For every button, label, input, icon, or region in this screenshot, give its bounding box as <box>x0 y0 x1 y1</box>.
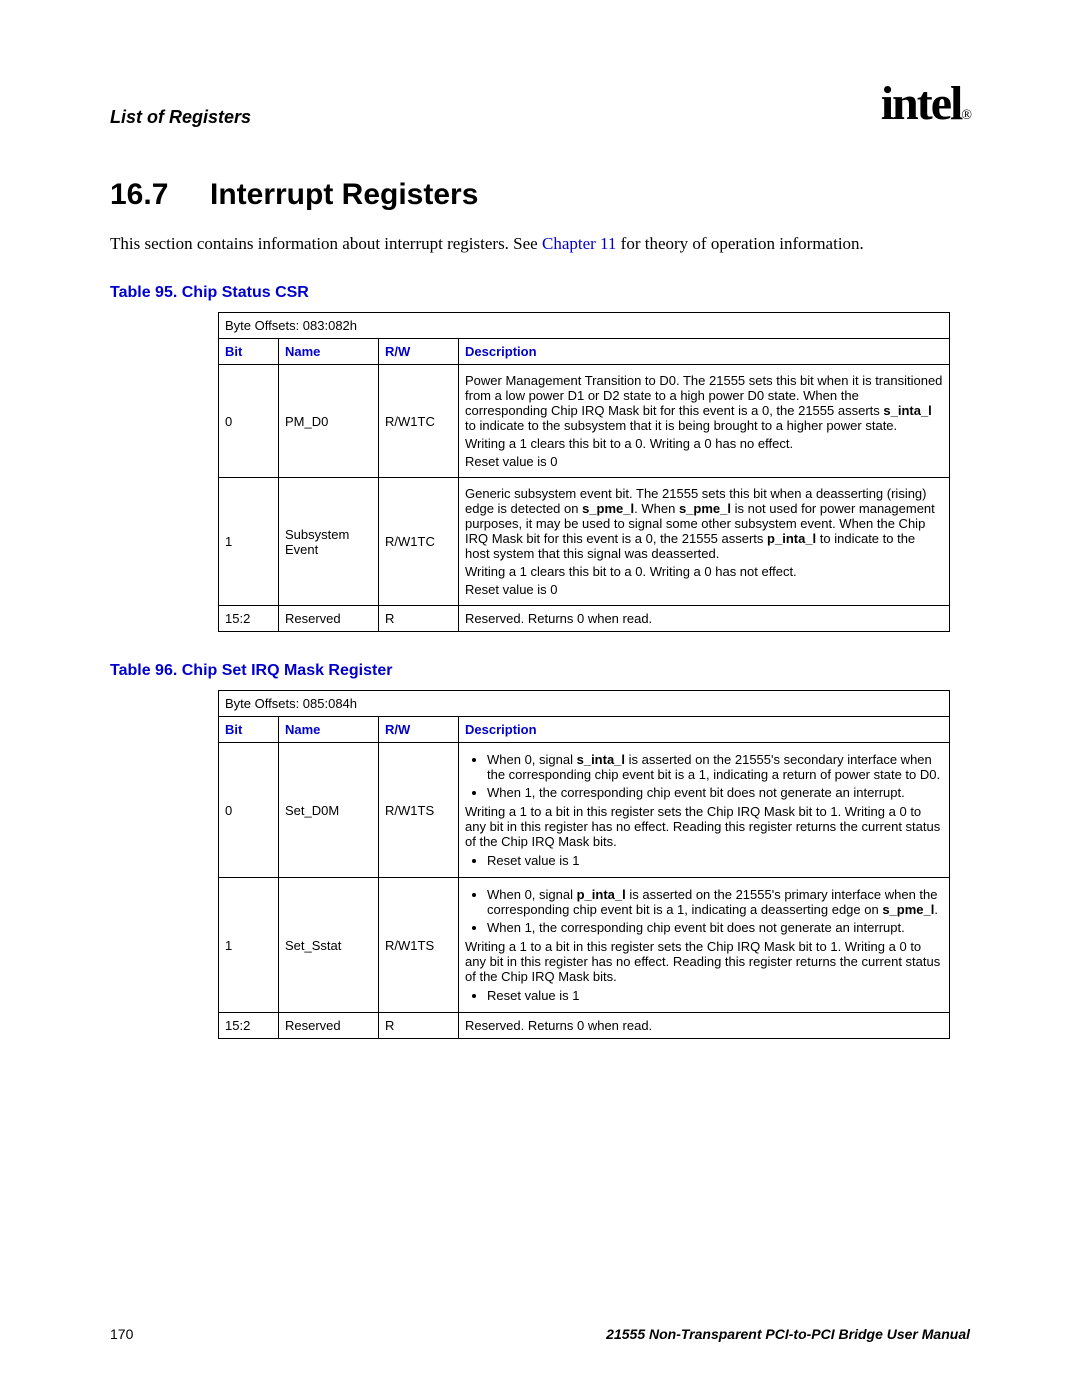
table96: Byte Offsets: 085:084h Bit Name R/W Desc… <box>218 690 950 1039</box>
rw-cell: R <box>379 1013 459 1039</box>
desc-text: Power Management Transition to D0. The 2… <box>465 373 942 418</box>
table-row: 0 Set_D0M R/W1TS When 0, signal s_inta_l… <box>219 743 950 878</box>
name-cell: Set_D0M <box>279 743 379 878</box>
desc-text: Reset value is 0 <box>465 582 943 597</box>
signal-name: p_inta_l <box>577 887 626 902</box>
desc-text: When 0, signal <box>487 887 577 902</box>
list-item: Reset value is 1 <box>487 988 943 1003</box>
intro-text-before: This section contains information about … <box>110 234 542 253</box>
desc-text: . When <box>634 501 679 516</box>
desc-text: Writing a 1 to a bit in this register se… <box>465 804 943 849</box>
section-title: 16.7Interrupt Registers <box>110 178 970 212</box>
list-item: Reset value is 1 <box>487 853 943 868</box>
chapter-link[interactable]: Chapter 11 <box>542 234 616 253</box>
section-heading-text: Interrupt Registers <box>210 178 478 211</box>
table95-byte-offsets-row: Byte Offsets: 083:082h <box>219 313 950 339</box>
logo-text: intel <box>881 77 962 130</box>
desc-text: When 0, signal <box>487 752 577 767</box>
desc-cell: Generic subsystem event bit. The 21555 s… <box>459 478 950 606</box>
desc-cell: When 0, signal s_inta_l is asserted on t… <box>459 743 950 878</box>
table-row: 1 Set_Sstat R/W1TS When 0, signal p_inta… <box>219 878 950 1013</box>
col-rw: R/W <box>379 339 459 365</box>
running-head: List of Registers <box>110 107 251 128</box>
rw-cell: R/W1TS <box>379 878 459 1013</box>
signal-name: s_inta_l <box>883 403 931 418</box>
bit-cell: 0 <box>219 743 279 878</box>
list-item: When 1, the corresponding chip event bit… <box>487 785 943 800</box>
logo-mark: ® <box>961 108 970 123</box>
col-rw: R/W <box>379 717 459 743</box>
page-header: List of Registers intel® <box>110 80 970 128</box>
table-row: 15:2 Reserved R Reserved. Returns 0 when… <box>219 1013 950 1039</box>
bit-cell: 0 <box>219 365 279 478</box>
manual-title: 21555 Non-Transparent PCI-to-PCI Bridge … <box>606 1326 970 1342</box>
desc-text: Writing a 1 clears this bit to a 0. Writ… <box>465 564 943 579</box>
table95-byte-offsets: Byte Offsets: 083:082h <box>219 313 950 339</box>
col-desc: Description <box>459 339 950 365</box>
desc-cell: Reserved. Returns 0 when read. <box>459 1013 950 1039</box>
list-item: When 0, signal p_inta_l is asserted on t… <box>487 887 943 917</box>
col-name: Name <box>279 339 379 365</box>
table95: Byte Offsets: 083:082h Bit Name R/W Desc… <box>218 312 950 632</box>
table-row: 1 Subsystem Event R/W1TC Generic subsyst… <box>219 478 950 606</box>
signal-name: s_pme_l <box>679 501 731 516</box>
bit-cell: 1 <box>219 478 279 606</box>
desc-text: Reset value is 0 <box>465 454 943 469</box>
page-number: 170 <box>110 1326 133 1342</box>
desc-text: to indicate to the subsystem that it is … <box>465 418 897 433</box>
table95-header-row: Bit Name R/W Description <box>219 339 950 365</box>
bit-cell: 1 <box>219 878 279 1013</box>
table96-caption: Table 96. Chip Set IRQ Mask Register <box>110 662 970 680</box>
name-cell: Reserved <box>279 1013 379 1039</box>
name-cell: Set_Sstat <box>279 878 379 1013</box>
rw-cell: R/W1TC <box>379 365 459 478</box>
signal-name: s_pme_l <box>582 501 634 516</box>
signal-name: s_inta_l <box>577 752 625 767</box>
desc-cell: When 0, signal p_inta_l is asserted on t… <box>459 878 950 1013</box>
rw-cell: R/W1TS <box>379 743 459 878</box>
desc-text: Writing a 1 to a bit in this register se… <box>465 939 943 984</box>
col-bit: Bit <box>219 717 279 743</box>
bit-cell: 15:2 <box>219 1013 279 1039</box>
col-desc: Description <box>459 717 950 743</box>
list-item: When 0, signal s_inta_l is asserted on t… <box>487 752 943 782</box>
name-cell: Reserved <box>279 606 379 632</box>
name-cell: PM_D0 <box>279 365 379 478</box>
section-number: 16.7 <box>110 178 210 212</box>
list-item: When 1, the corresponding chip event bit… <box>487 920 943 935</box>
intel-logo: intel® <box>881 80 970 128</box>
rw-cell: R/W1TC <box>379 478 459 606</box>
desc-cell: Reserved. Returns 0 when read. <box>459 606 950 632</box>
table96-byte-offsets-row: Byte Offsets: 085:084h <box>219 691 950 717</box>
desc-text: Writing a 1 clears this bit to a 0. Writ… <box>465 436 943 451</box>
rw-cell: R <box>379 606 459 632</box>
page-footer: 170 21555 Non-Transparent PCI-to-PCI Bri… <box>110 1326 970 1342</box>
col-bit: Bit <box>219 339 279 365</box>
signal-name: p_inta_l <box>767 531 816 546</box>
intro-text-after: for theory of operation information. <box>616 234 863 253</box>
signal-name: s_pme_l <box>882 902 934 917</box>
table96-byte-offsets: Byte Offsets: 085:084h <box>219 691 950 717</box>
name-cell: Subsystem Event <box>279 478 379 606</box>
table95-caption: Table 95. Chip Status CSR <box>110 284 970 302</box>
table-row: 15:2 Reserved R Reserved. Returns 0 when… <box>219 606 950 632</box>
desc-cell: Power Management Transition to D0. The 2… <box>459 365 950 478</box>
col-name: Name <box>279 717 379 743</box>
intro-paragraph: This section contains information about … <box>110 234 970 254</box>
table-row: 0 PM_D0 R/W1TC Power Management Transiti… <box>219 365 950 478</box>
bit-cell: 15:2 <box>219 606 279 632</box>
table96-header-row: Bit Name R/W Description <box>219 717 950 743</box>
desc-text: . <box>934 902 938 917</box>
